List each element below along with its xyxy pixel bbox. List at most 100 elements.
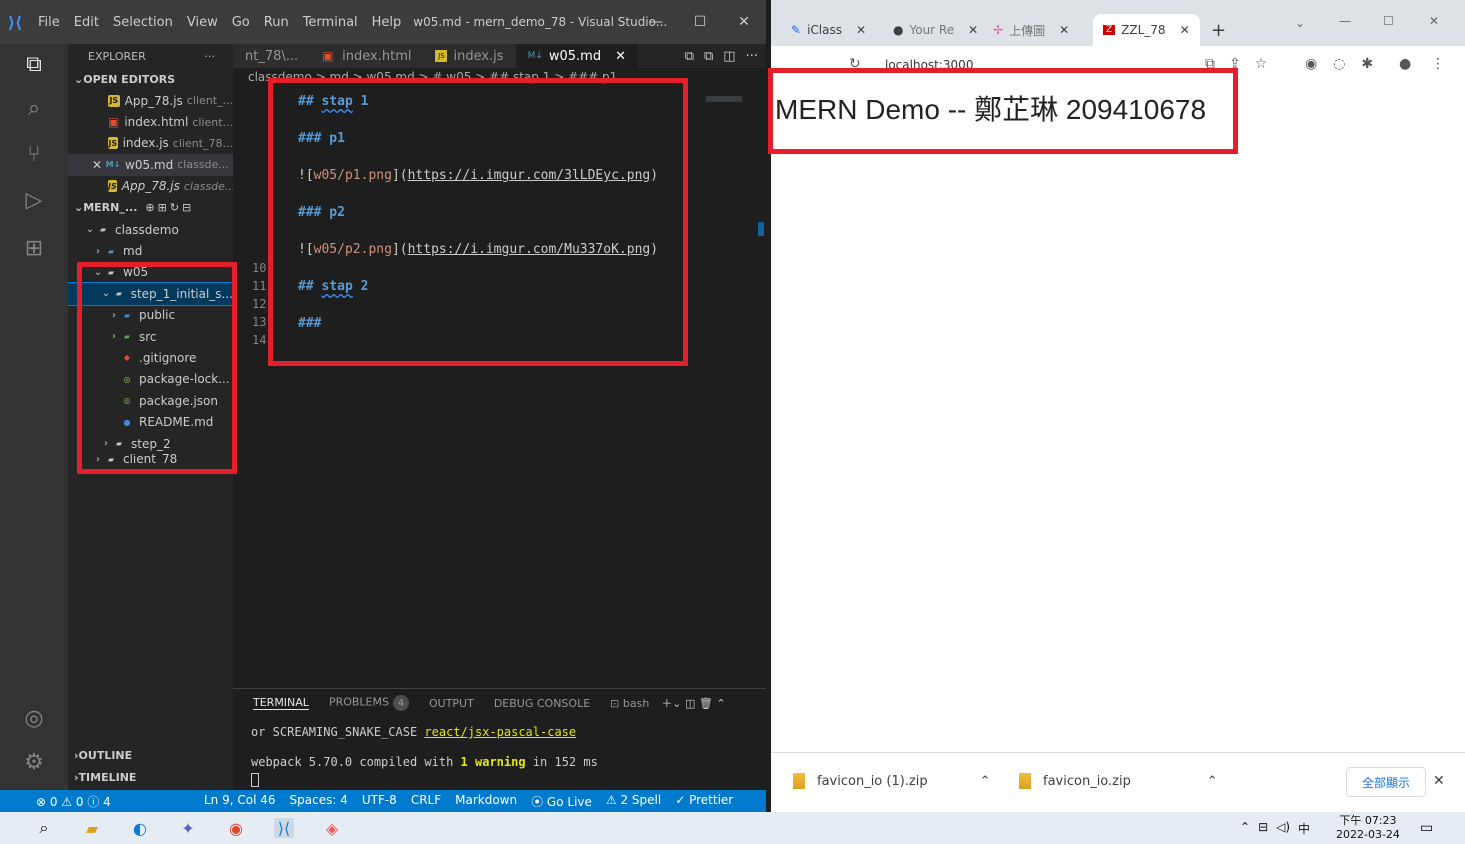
menu-go[interactable]: Go xyxy=(232,15,250,30)
tree-folder[interactable]: › ▰ step_2 xyxy=(68,433,233,454)
menu-view[interactable]: View xyxy=(187,15,218,30)
close-tab-icon[interactable]: ✕ xyxy=(968,23,978,37)
run-debug-icon[interactable]: ▷ xyxy=(20,186,48,214)
go-live-button[interactable]: ⦿ Go Live xyxy=(531,793,592,810)
scrollbar-thumb[interactable] xyxy=(758,222,764,236)
browser-tab-upload[interactable]: ✢ 上傳圖 ✕ xyxy=(993,14,1069,46)
image-url[interactable]: https://i.imgur.com/3lLDEyc.png xyxy=(408,168,651,183)
network-icon[interactable]: ⊟ xyxy=(1258,820,1268,837)
app-pin-icon[interactable]: ◈ xyxy=(322,818,342,838)
teams-icon[interactable]: ✦ xyxy=(178,818,198,838)
show-all-button[interactable]: 全部顯示 xyxy=(1346,767,1426,797)
tab-output[interactable]: OUTPUT xyxy=(429,697,474,710)
tree-folder-selected[interactable]: ⌄ ▰ step_1_initial_s... xyxy=(68,282,233,306)
tree-folder-partial[interactable]: › ▰ client_78 xyxy=(68,454,233,464)
more-actions-icon[interactable]: ··· xyxy=(205,50,216,63)
workspace-actions-icons[interactable]: ⊕⊞↻⊟ xyxy=(145,201,194,214)
profile-avatar-icon[interactable]: ● xyxy=(1399,56,1411,72)
new-tab-icon[interactable]: + xyxy=(1211,20,1226,41)
tab-index-html[interactable]: ▣ index.html xyxy=(310,44,424,68)
download-item[interactable]: favicon_io.zip ⌃ xyxy=(1019,773,1218,789)
maximize-icon[interactable]: ☐ xyxy=(1383,14,1394,28)
reload-icon[interactable]: ↻ xyxy=(849,56,861,72)
problems-status[interactable]: ⊗ 0 ⚠ 0 ⓘ 4 xyxy=(0,793,111,810)
tab-debug-console[interactable]: DEBUG CONSOLE xyxy=(494,697,590,710)
toolbar-icons[interactable]: ⧉⇪☆ xyxy=(1205,56,1281,72)
workspace-section[interactable]: ⌄ MERN_... ⊕⊞↻⊟ xyxy=(68,197,233,219)
tree-file[interactable]: ◆ .gitignore xyxy=(68,347,233,368)
menu-terminal[interactable]: Terminal xyxy=(303,15,358,30)
search-icon[interactable]: ⌕ xyxy=(34,818,54,838)
file-explorer-icon[interactable]: ▰ xyxy=(82,818,102,838)
menu-help[interactable]: Help xyxy=(372,15,402,30)
outline-section[interactable]: › OUTLINE xyxy=(68,744,132,766)
tab-index-js[interactable]: JS index.js xyxy=(423,44,516,68)
markdown-editor[interactable]: ## stap 1 ### p1 ![w05/p1.png](https://i… xyxy=(276,84,680,356)
close-tab-icon[interactable]: ✕ xyxy=(856,23,866,37)
open-editor-item-active[interactable]: ✕ M↓ w05.md classde... xyxy=(68,154,233,176)
search-icon[interactable]: ⌕ xyxy=(20,94,48,122)
encoding[interactable]: UTF-8 xyxy=(362,793,397,810)
tree-folder[interactable]: › ▰ public xyxy=(68,305,233,326)
minimize-icon[interactable]: — xyxy=(1339,14,1351,28)
close-icon[interactable]: ✕ xyxy=(722,0,766,44)
account-icon[interactable]: ◎ xyxy=(20,704,48,732)
tab-terminal[interactable]: TERMINAL xyxy=(253,696,309,710)
tab-w05-md[interactable]: M↓ w05.md ✕ xyxy=(515,44,639,68)
indentation[interactable]: Spaces: 4 xyxy=(290,793,348,810)
notification-icon[interactable]: ▭ xyxy=(1420,820,1433,836)
spell-checker[interactable]: ⚠ 2 Spell xyxy=(606,793,661,810)
menu-run[interactable]: Run xyxy=(264,15,289,30)
preview-side-icon[interactable]: ⧉ xyxy=(704,49,713,64)
tree-folder[interactable]: › ▰ md xyxy=(68,240,233,261)
tree-file[interactable]: ◎ package-lock... xyxy=(68,369,233,390)
address-bar[interactable]: localhost:3000 xyxy=(885,58,973,72)
chevron-up-icon[interactable]: ⌃ xyxy=(1207,774,1218,789)
source-control-icon[interactable]: ⑂ xyxy=(20,140,48,168)
prettier-status[interactable]: ✓ Prettier xyxy=(675,793,733,810)
image-url[interactable]: https://i.imgur.com/Mu337oK.png xyxy=(408,242,651,257)
eslint-rule-link[interactable]: react/jsx-pascal-case xyxy=(424,725,576,739)
explorer-files-icon[interactable]: ⧉ xyxy=(20,50,48,78)
split-editor-icon[interactable]: ◫ xyxy=(723,49,735,64)
terminal-shell-selector[interactable]: ⊡ bash xyxy=(610,697,649,710)
manage-gear-icon[interactable]: ⚙ xyxy=(20,748,48,776)
cursor-position[interactable]: Ln 9, Col 46 xyxy=(204,793,276,810)
chevron-up-icon[interactable]: ⌃ xyxy=(980,774,991,789)
browser-tab-iclass[interactable]: ✎ iClass ✕ xyxy=(791,14,866,46)
close-tab-icon[interactable]: ✕ xyxy=(1059,23,1069,37)
more-actions-icon[interactable]: ··· xyxy=(746,49,758,64)
close-editor-icon[interactable]: ✕ xyxy=(92,158,106,172)
ime-indicator[interactable]: 中 xyxy=(1298,820,1310,837)
timeline-section[interactable]: › TIMELINE xyxy=(68,766,136,788)
download-item[interactable]: favicon_io (1).zip ⌃ xyxy=(793,773,991,789)
tab-search-icon[interactable]: ⌄ xyxy=(1295,16,1305,30)
close-downloads-icon[interactable]: ✕ xyxy=(1433,773,1445,789)
language-mode[interactable]: Markdown xyxy=(455,793,517,810)
line-ending[interactable]: CRLF xyxy=(411,793,441,810)
open-editor-item[interactable]: JS App_78.js classde... xyxy=(68,176,233,197)
breadcrumb[interactable]: classdemo > md > w05.md > # w05 > ## sta… xyxy=(248,70,617,84)
panel-actions-icons[interactable]: ＋⌄ ◫ 🗑 ⌃ xyxy=(661,695,725,711)
open-editors-section[interactable]: ⌄ OPEN EDITORS xyxy=(68,68,233,90)
tab-app-js[interactable]: nt_78\... xyxy=(233,44,311,68)
menu-edit[interactable]: Edit xyxy=(74,15,99,30)
minimap-slider[interactable] xyxy=(706,96,742,102)
chrome-browser-icon[interactable]: ◉ xyxy=(226,818,246,838)
tray-chevron-icon[interactable]: ⌃ xyxy=(1240,820,1250,837)
vscode-taskbar-icon[interactable]: ⟩⟨ xyxy=(274,818,294,838)
close-tab-icon[interactable]: ✕ xyxy=(1180,23,1190,37)
open-editor-item[interactable]: JS index.js client_78... xyxy=(68,133,233,154)
close-window-icon[interactable]: ✕ xyxy=(1429,14,1439,28)
browser-tab-active[interactable]: Z ZZL_78 ✕ xyxy=(1093,14,1200,46)
tree-folder[interactable]: › ▰ src xyxy=(68,326,233,347)
extensions-icon[interactable]: ⊞ xyxy=(20,234,48,262)
tree-file[interactable]: ● README.md xyxy=(68,411,233,432)
tab-problems[interactable]: PROBLEMS 4 xyxy=(329,695,409,711)
volume-icon[interactable]: ◁) xyxy=(1276,820,1290,837)
tree-folder[interactable]: ⌄ ▰ w05 xyxy=(68,262,233,283)
menu-selection[interactable]: Selection xyxy=(113,15,173,30)
tree-file[interactable]: ◎ package.json xyxy=(68,390,233,411)
open-preview-icon[interactable]: ⧉ xyxy=(685,49,694,64)
menu-file[interactable]: File xyxy=(38,15,60,30)
